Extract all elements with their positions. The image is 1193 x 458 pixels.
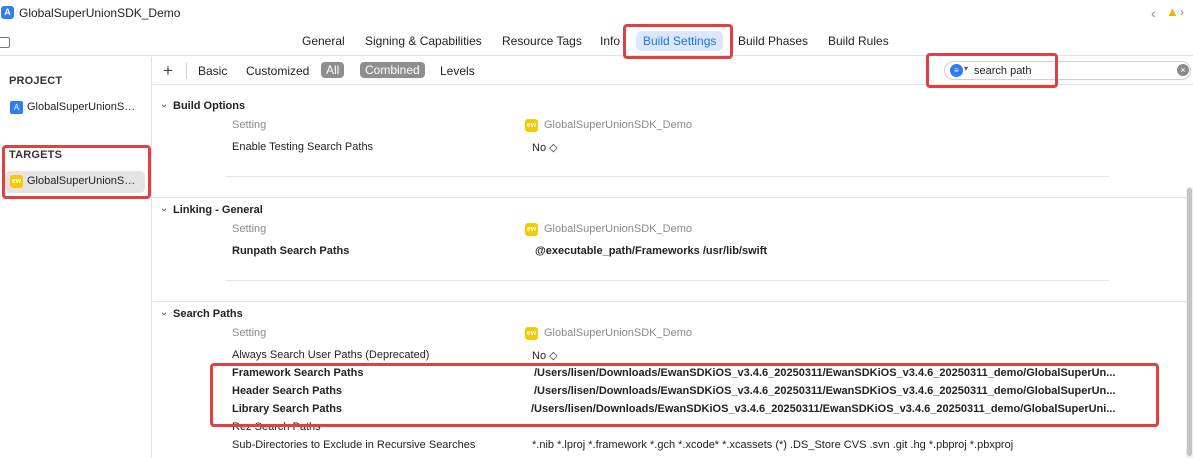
sidebar-item-target[interactable]: ew GlobalSuperUnionSDK_Demo xyxy=(5,171,145,193)
app-target-icon: ew xyxy=(525,119,538,132)
sidebar-item-label: GlobalSuperUnionSDK_Demo xyxy=(27,175,141,187)
tab-build-rules[interactable]: Build Rules xyxy=(828,34,889,48)
divider xyxy=(153,197,1193,198)
column-header-target: GlobalSuperUnionSDK_Demo xyxy=(544,223,692,235)
chevron-down-icon[interactable]: ⌄ xyxy=(160,99,168,110)
tab-info[interactable]: Info xyxy=(600,34,620,48)
project-icon: A xyxy=(10,101,23,114)
table-row[interactable]: Library Search Paths /Users/lisen/Downlo… xyxy=(153,401,1193,419)
setting-name: Runpath Search Paths xyxy=(232,245,350,257)
chevron-left-icon[interactable]: ‹ xyxy=(1151,5,1156,21)
divider xyxy=(186,63,187,79)
add-setting-button[interactable]: + xyxy=(163,61,173,81)
divider xyxy=(225,280,1109,281)
tab-build-phases[interactable]: Build Phases xyxy=(738,34,808,48)
table-row[interactable]: Header Search Paths /Users/lisen/Downloa… xyxy=(153,383,1193,401)
app-target-icon: ew xyxy=(525,327,538,340)
search-field[interactable]: ≡ ▾ × xyxy=(944,61,1191,80)
warning-icon[interactable]: ▲ xyxy=(1166,4,1179,19)
xcode-project-icon: A xyxy=(1,6,14,19)
table-row[interactable]: Sub-Directories to Exclude in Recursive … xyxy=(153,437,1193,455)
setting-name: Header Search Paths xyxy=(232,385,343,397)
setting-value[interactable]: No ◇ xyxy=(532,349,1160,362)
column-header-target: GlobalSuperUnionSDK_Demo xyxy=(544,119,692,131)
column-header-setting: Setting xyxy=(232,223,267,235)
project-navigator-sidebar: PROJECT A GlobalSuperUnionSDK_Demo TARGE… xyxy=(0,57,152,458)
section-title[interactable]: Build Options xyxy=(173,100,245,112)
setting-value[interactable]: No ◇ xyxy=(532,141,1160,154)
view-levels-button[interactable]: Levels xyxy=(440,64,475,78)
editor-tab-bar: General Signing & Capabilities Resource … xyxy=(0,28,1193,56)
title-bar: A GlobalSuperUnionSDK_Demo ‹ ▲ › xyxy=(0,0,1193,28)
section-title[interactable]: Linking - General xyxy=(173,204,263,216)
section-title[interactable]: Search Paths xyxy=(173,308,243,320)
tab-signing-capabilities[interactable]: Signing & Capabilities xyxy=(365,34,482,48)
app-target-icon: ew xyxy=(525,223,538,236)
setting-name: Always Search User Paths (Deprecated) xyxy=(232,349,430,361)
sidebar-toggle-icon[interactable] xyxy=(0,37,10,48)
column-header-setting: Setting xyxy=(232,119,267,131)
chevron-down-icon[interactable]: ⌄ xyxy=(160,307,168,318)
setting-value[interactable]: @executable_path/Frameworks /usr/lib/swi… xyxy=(535,245,1163,257)
filter-all-button[interactable]: All xyxy=(321,62,345,78)
setting-value[interactable]: /Users/lisen/Downloads/EwanSDKiOS_v3.4.6… xyxy=(534,367,1162,379)
filter-icon[interactable]: ≡ xyxy=(950,64,963,77)
table-row[interactable]: Rez Search Paths xyxy=(153,419,1193,437)
view-combined-button[interactable]: Combined xyxy=(360,62,425,78)
search-input[interactable] xyxy=(974,63,1164,78)
chevron-right-icon[interactable]: › xyxy=(1180,5,1184,19)
setting-value[interactable]: *.nib *.lproj *.framework *.gch *.xcode*… xyxy=(532,439,1160,451)
table-row[interactable]: Framework Search Paths /Users/lisen/Down… xyxy=(153,365,1193,383)
clear-search-icon[interactable]: × xyxy=(1177,64,1189,76)
build-settings-list: ⌄ Build Options Setting ew GlobalSuperUn… xyxy=(153,86,1193,458)
table-header-row: Setting ew GlobalSuperUnionSDK_Demo xyxy=(153,221,1193,239)
setting-name: Library Search Paths xyxy=(232,403,343,415)
filter-basic-button[interactable]: Basic xyxy=(198,64,227,78)
setting-name: Enable Testing Search Paths xyxy=(232,141,374,153)
table-row[interactable]: Always Search User Paths (Deprecated) No… xyxy=(153,347,1193,365)
setting-name: Sub-Directories to Exclude in Recursive … xyxy=(232,439,476,451)
setting-value[interactable]: /Users/lisen/Downloads/EwanSDKiOS_v3.4.6… xyxy=(531,403,1159,415)
table-row[interactable]: Enable Testing Search Paths No ◇ xyxy=(153,139,1193,157)
setting-name: Framework Search Paths xyxy=(232,367,364,379)
divider xyxy=(225,176,1109,177)
app-target-icon: ew xyxy=(10,175,23,188)
column-header-setting: Setting xyxy=(232,327,267,339)
table-header-row: Setting ew GlobalSuperUnionSDK_Demo xyxy=(153,117,1193,135)
sidebar-item-label: GlobalSuperUnionSDK_Demo xyxy=(27,101,141,113)
table-row[interactable]: Runpath Search Paths @executable_path/Fr… xyxy=(153,243,1193,261)
project-section-header: PROJECT xyxy=(9,75,63,87)
window-title: GlobalSuperUnionSDK_Demo xyxy=(19,6,181,20)
filter-customized-button[interactable]: Customized xyxy=(246,64,309,78)
targets-section-header: TARGETS xyxy=(9,149,63,161)
divider xyxy=(153,301,1193,302)
setting-name: Rez Search Paths xyxy=(232,421,321,433)
column-header-target: GlobalSuperUnionSDK_Demo xyxy=(544,327,692,339)
chevron-down-icon[interactable]: ⌄ xyxy=(160,203,168,214)
chevron-down-icon[interactable]: ▾ xyxy=(964,64,968,73)
tab-resource-tags[interactable]: Resource Tags xyxy=(502,34,582,48)
build-settings-filter-bar: + Basic Customized All Combined Levels ≡… xyxy=(153,57,1193,85)
tab-general[interactable]: General xyxy=(302,34,345,48)
table-header-row: Setting ew GlobalSuperUnionSDK_Demo xyxy=(153,325,1193,343)
tab-build-settings[interactable]: Build Settings xyxy=(636,31,724,51)
scrollbar-thumb[interactable] xyxy=(1187,188,1192,456)
sidebar-item-project[interactable]: A GlobalSuperUnionSDK_Demo xyxy=(5,97,145,119)
setting-value[interactable]: /Users/lisen/Downloads/EwanSDKiOS_v3.4.6… xyxy=(534,385,1162,397)
